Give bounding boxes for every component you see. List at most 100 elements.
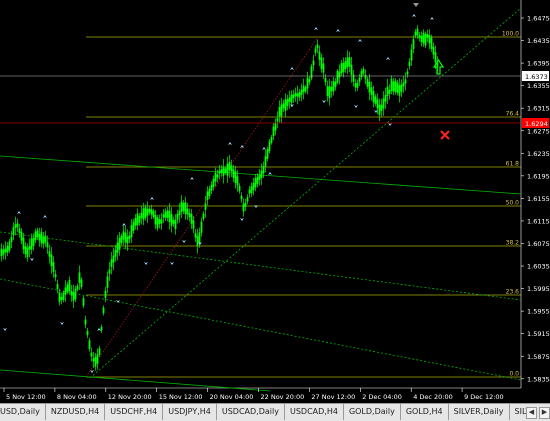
time-tick-label: 27 Nov 12:00: [311, 393, 355, 401]
tab-usdchf-h4[interactable]: USDCHF,H4: [105, 404, 164, 420]
candle-body: [324, 77, 327, 83]
candle-body: [160, 219, 163, 224]
candle-body: [326, 86, 329, 96]
candle-body: [302, 85, 305, 93]
candle-body: [154, 214, 157, 225]
candle-body: [58, 292, 61, 302]
candle-body: [426, 34, 429, 38]
candle-body: [306, 77, 309, 89]
price-tick-label: 1.5995: [527, 285, 550, 293]
candle-body: [186, 208, 189, 215]
tab-silver-daily[interactable]: SILVER,Daily: [449, 404, 510, 420]
left-arrow-icon[interactable]: ◀: [526, 406, 537, 419]
candle-body: [0, 248, 3, 257]
tab-nzdusd-h4[interactable]: NZDUSD,H4: [46, 404, 106, 420]
candle-body: [288, 97, 291, 102]
fib-level-label: 76.4: [506, 111, 520, 118]
candle-body: [20, 231, 23, 241]
candle-body: [136, 213, 139, 226]
price-chart[interactable]: 100.0 76.4 61.8 50.0 38.2 23.6 0.0 1.6475 1.643…: [0, 0, 550, 421]
candle-body: [230, 165, 233, 172]
candle-body: [400, 84, 403, 92]
fib-level-label: 23.6: [506, 289, 520, 296]
candle-body: [264, 156, 267, 167]
candle-body: [168, 210, 171, 222]
candle-body: [28, 246, 31, 250]
candle-body: [84, 319, 87, 325]
candle-body: [424, 33, 427, 46]
candle-body: [414, 31, 417, 36]
candle-body: [94, 356, 97, 367]
svg-text:1.6294: 1.6294: [525, 120, 548, 128]
candle-body: [256, 176, 259, 184]
candle-body: [34, 231, 37, 241]
time-tick-label: 4 Dec 20:00: [413, 393, 453, 401]
candle-body: [290, 94, 293, 103]
candle-body: [312, 60, 315, 66]
candle-body: [76, 285, 79, 290]
candle-body: [382, 98, 385, 109]
candle-body: [320, 57, 323, 69]
candle-body: [366, 79, 369, 87]
candle-body: [108, 269, 111, 274]
tab-usd-daily[interactable]: USD,Daily: [0, 404, 46, 420]
candle-body: [122, 231, 125, 240]
right-arrow-icon[interactable]: ▶: [539, 406, 550, 419]
candle-body: [202, 213, 205, 219]
tab-usdjpy-h4[interactable]: USDJPY,H4: [163, 404, 217, 420]
price-tick-label: 1.5875: [527, 353, 550, 361]
candle-body: [406, 71, 409, 75]
candle-body: [350, 64, 353, 75]
candle-body: [116, 242, 119, 253]
candle-body: [210, 184, 213, 191]
candle-body: [106, 276, 109, 288]
candle-body: [402, 82, 405, 87]
candle-body: [78, 272, 81, 283]
candle-body: [214, 172, 217, 182]
candle-body: [6, 245, 9, 253]
price-tick-label: 1.6315: [527, 105, 550, 113]
candle-body: [274, 123, 277, 131]
candle-body: [52, 262, 55, 272]
candle-body: [56, 284, 59, 289]
candle-body: [318, 51, 321, 60]
tab-gold-h4[interactable]: GOLD,H4: [401, 404, 449, 420]
candle-body: [74, 288, 77, 300]
candle-body: [48, 251, 51, 257]
tab-gold-daily[interactable]: GOLD,Daily: [344, 404, 401, 420]
candle-body: [342, 62, 345, 73]
candle-body: [140, 212, 143, 219]
candle-body: [298, 92, 301, 98]
candle-body: [88, 340, 91, 349]
candle-body: [332, 81, 335, 92]
tab-usdcad-h4[interactable]: USDCAD,H4: [285, 404, 344, 420]
candle-body: [380, 104, 383, 111]
time-tick-label: 15 Nov 12:00: [159, 393, 203, 401]
candle-body: [192, 220, 195, 229]
candle-body: [418, 35, 421, 39]
candle-body: [376, 99, 379, 109]
candle-body: [100, 326, 103, 331]
time-tick-label: 5 Nov 12:00: [6, 393, 46, 401]
candle-body: [68, 280, 71, 292]
candle-body: [334, 81, 337, 87]
candle-body: [70, 291, 73, 296]
tab-usdcad-daily[interactable]: USDCAD,Daily: [217, 404, 285, 420]
price-tick-label: 1.5955: [527, 308, 550, 316]
candle-body: [182, 202, 185, 212]
candle-body: [362, 68, 365, 74]
time-tick-label: 2 Dec 04:00: [362, 393, 402, 401]
candle-body: [296, 93, 299, 97]
candle-body: [188, 212, 191, 218]
candle-body: [384, 95, 387, 102]
candle-body: [40, 231, 43, 244]
candle-body: [354, 83, 357, 88]
candle-body: [218, 170, 221, 174]
price-tick-label: 1.6395: [527, 60, 550, 68]
candle-body: [72, 291, 75, 301]
candle-body: [276, 118, 279, 122]
candle-body: [22, 237, 25, 250]
candle-body: [120, 235, 123, 243]
time-tick-label: 20 Nov 04:00: [210, 393, 254, 401]
candle-body: [268, 141, 271, 152]
